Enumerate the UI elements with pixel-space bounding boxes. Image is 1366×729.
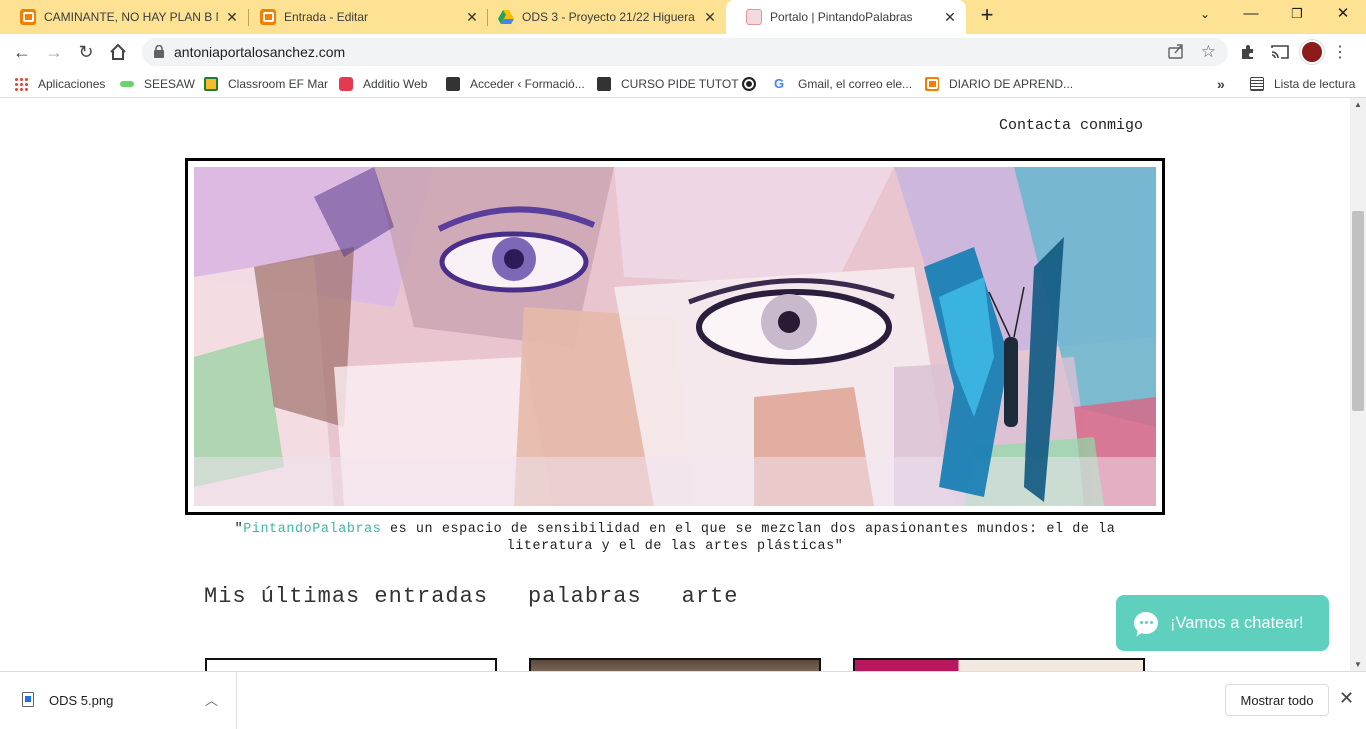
more-bookmarks-button[interactable]: » bbox=[1217, 76, 1225, 92]
close-icon[interactable]: ✕ bbox=[942, 9, 958, 26]
minimize-button[interactable]: — bbox=[1228, 0, 1274, 30]
cast-icon[interactable] bbox=[1266, 38, 1294, 66]
web-page: Contacta conmigo "PintandoPalabras es un… bbox=[0, 98, 1350, 671]
bookmark-curso[interactable]: CURSO PIDE TUTOT bbox=[597, 76, 739, 92]
blogger-icon bbox=[925, 77, 939, 91]
show-all-button[interactable]: Mostrar todo bbox=[1225, 684, 1329, 716]
site-icon bbox=[446, 77, 460, 91]
bookmark-label: Additio Web bbox=[363, 77, 428, 91]
window-close-button[interactable]: ✕ bbox=[1320, 0, 1366, 30]
blogger-icon bbox=[260, 9, 276, 25]
tagline-quote: " bbox=[234, 522, 244, 537]
profile-avatar[interactable] bbox=[1300, 40, 1324, 64]
post-card[interactable] bbox=[529, 658, 821, 671]
bookmark-star-icon[interactable]: ☆ bbox=[1201, 42, 1216, 62]
download-file-name: ODS 5.png bbox=[49, 693, 114, 708]
bookmark-seesaw[interactable]: SEESAW bbox=[120, 76, 195, 92]
bookmark-label: SEESAW bbox=[144, 77, 195, 91]
bookmark-diario[interactable]: DIARIO DE APREND... bbox=[925, 76, 1073, 92]
bookmark-label: Aplicaciones bbox=[38, 77, 106, 91]
site-icon bbox=[597, 77, 611, 91]
new-tab-button[interactable]: + bbox=[976, 4, 998, 27]
brand-link[interactable]: PintandoPalabras bbox=[243, 522, 381, 537]
content-nav: Mis últimas entradas palabras arte bbox=[204, 584, 738, 609]
home-icon bbox=[110, 43, 126, 60]
bookmark-classroom[interactable]: Classroom EF Mar bbox=[204, 76, 328, 92]
back-button[interactable]: ← bbox=[8, 38, 36, 66]
file-icon bbox=[22, 692, 34, 707]
address-bar[interactable]: antoniaportalosanchez.com ☆ bbox=[142, 38, 1228, 66]
bookmark-label: Acceder ‹ Formació... bbox=[470, 77, 585, 91]
home-button[interactable] bbox=[104, 38, 132, 66]
reload-button[interactable]: ↻ bbox=[72, 38, 100, 66]
apps-grid-icon bbox=[14, 77, 28, 91]
chevron-double-icon: » bbox=[1217, 76, 1225, 92]
hero-banner bbox=[185, 158, 1165, 515]
scroll-up-icon[interactable]: ▲ bbox=[1354, 100, 1362, 109]
tab-ods3[interactable]: ODS 3 - Proyecto 21/22 Higuera ✕ bbox=[478, 0, 726, 34]
contact-link[interactable]: Contacta conmigo bbox=[999, 117, 1143, 134]
nav-arte[interactable]: arte bbox=[682, 584, 739, 609]
site-tagline: "PintandoPalabras es un espacio de sensi… bbox=[200, 521, 1150, 555]
scroll-thumb[interactable] bbox=[1352, 211, 1364, 411]
tab-strip: CAMINANTE, NO HAY PLAN B NI ✕ Entrada - … bbox=[0, 0, 1366, 34]
download-item[interactable]: ODS 5.png ︿ bbox=[0, 672, 237, 729]
site-favicon-icon bbox=[746, 9, 762, 25]
extensions-icon[interactable] bbox=[1234, 38, 1262, 66]
seesaw-icon bbox=[120, 81, 134, 87]
hero-artwork-image bbox=[194, 167, 1156, 506]
bookmarks-bar: Aplicaciones SEESAW Classroom EF Mar Add… bbox=[0, 70, 1366, 98]
tab-caminante[interactable]: CAMINANTE, NO HAY PLAN B NI ✕ bbox=[0, 0, 248, 34]
close-icon[interactable]: ✕ bbox=[224, 9, 240, 26]
bookmark-label: DIARIO DE APREND... bbox=[949, 77, 1074, 91]
tab-title: Portalo | PintandoPalabras bbox=[770, 10, 913, 24]
url-text: antoniaportalosanchez.com bbox=[174, 44, 346, 60]
bookmark-label: Lista de lectura bbox=[1274, 77, 1356, 91]
bookmark-additio[interactable]: Additio Web bbox=[339, 76, 427, 92]
bookmark-gmail[interactable]: G Gmail, el correo ele... bbox=[774, 76, 912, 92]
tab-title: CAMINANTE, NO HAY PLAN B NI bbox=[44, 10, 218, 24]
bookmark-label: Classroom EF Mar bbox=[228, 77, 329, 91]
reading-list-button[interactable]: Lista de lectura bbox=[1250, 76, 1355, 92]
bookmark-label: Gmail, el correo ele... bbox=[798, 77, 913, 91]
bookmark-globe[interactable] bbox=[742, 76, 766, 92]
close-icon[interactable]: ✕ bbox=[1339, 688, 1354, 709]
tagline-text: es un espacio de sensibilidad en el que … bbox=[381, 522, 1116, 554]
bookmark-apps[interactable]: Aplicaciones bbox=[14, 76, 105, 92]
chat-button-label: ¡Vamos a chatear! bbox=[1170, 613, 1304, 632]
download-shelf: ODS 5.png ︿ Mostrar todo ✕ bbox=[0, 671, 1366, 729]
restore-button[interactable]: ❐ bbox=[1274, 0, 1320, 30]
tab-portalo[interactable]: Portalo | PintandoPalabras ✕ bbox=[726, 0, 966, 34]
lock-icon bbox=[154, 44, 164, 63]
tab-entrada-editar[interactable]: Entrada - Editar ✕ bbox=[240, 0, 488, 34]
globe-icon bbox=[742, 77, 756, 91]
classroom-icon bbox=[204, 77, 218, 91]
chat-button[interactable]: ¡Vamos a chatear! bbox=[1116, 595, 1329, 651]
bookmark-acceder[interactable]: Acceder ‹ Formació... bbox=[446, 76, 585, 92]
browser-toolbar: ← → ↻ antoniaportalosanchez.com ☆ ⋮ bbox=[0, 34, 1366, 70]
nav-latest-posts[interactable]: Mis últimas entradas bbox=[204, 584, 488, 609]
chevron-up-icon[interactable]: ︿ bbox=[205, 690, 218, 709]
nav-palabras[interactable]: palabras bbox=[528, 584, 642, 609]
post-card[interactable] bbox=[853, 658, 1145, 671]
google-drive-icon bbox=[498, 9, 514, 25]
tab-title: Entrada - Editar bbox=[284, 10, 369, 24]
close-icon[interactable]: ✕ bbox=[702, 9, 718, 26]
page-scrollbar[interactable]: ▲ ▼ bbox=[1350, 98, 1366, 671]
tab-title: ODS 3 - Proyecto 21/22 Higuera bbox=[522, 10, 695, 24]
post-card[interactable] bbox=[205, 658, 497, 671]
reading-list-icon bbox=[1250, 77, 1264, 91]
google-icon: G bbox=[774, 76, 785, 91]
chat-bubble-icon bbox=[1134, 612, 1158, 634]
share-icon[interactable] bbox=[1168, 43, 1184, 64]
bookmark-label: CURSO PIDE TUTOT bbox=[621, 77, 739, 91]
forward-button[interactable]: → bbox=[40, 38, 68, 66]
scroll-down-icon[interactable]: ▼ bbox=[1354, 660, 1362, 669]
blogger-icon bbox=[20, 9, 36, 25]
tab-search-icon[interactable]: ⌄ bbox=[1182, 0, 1228, 30]
menu-icon[interactable]: ⋮ bbox=[1326, 38, 1354, 66]
additio-icon bbox=[339, 77, 353, 91]
